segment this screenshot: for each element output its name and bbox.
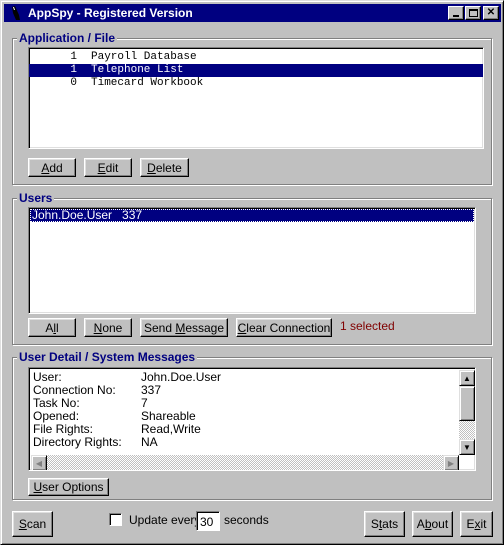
arrow-up-icon: ▲ xyxy=(463,373,471,383)
detail-row: Task No: 7 xyxy=(31,397,475,410)
edit-button[interactable]: Edit xyxy=(84,158,132,177)
maximize-button[interactable] xyxy=(465,6,481,20)
file-name: Payroll Database xyxy=(91,51,197,63)
stats-button[interactable]: St ats xyxy=(364,511,405,537)
selection-status: 1 selected xyxy=(340,319,395,333)
arrow-right-icon: ▶ xyxy=(447,458,455,468)
application-file-item[interactable]: 0 Timecard Workbook xyxy=(29,77,483,90)
seconds-label: seconds xyxy=(224,513,269,527)
file-name: Timecard Workbook xyxy=(91,77,204,89)
open-count: 0 xyxy=(70,77,77,89)
maximize-icon xyxy=(468,9,478,17)
scroll-thumb[interactable] xyxy=(459,386,475,421)
detail-row: Connection No: 337 xyxy=(31,384,475,397)
app-icon xyxy=(8,5,24,21)
clear-connection-button[interactable]: Clear Connection xyxy=(236,318,332,337)
close-icon: ✕ xyxy=(486,7,496,18)
detail-row: Opened: Shareable xyxy=(31,410,475,423)
open-count: 1 xyxy=(70,51,77,63)
arrow-down-icon: ▼ xyxy=(463,442,471,452)
title-bar[interactable]: AppSpy - Registered Version ✕ xyxy=(4,4,501,22)
detail-value: NA xyxy=(141,435,158,449)
close-button[interactable]: ✕ xyxy=(483,6,499,20)
scroll-up-button[interactable]: ▲ xyxy=(459,370,475,386)
users-list[interactable]: John.Doe.User 337 xyxy=(28,207,476,314)
arrow-left-icon: ◀ xyxy=(35,458,43,468)
scan-button[interactable]: Scan xyxy=(12,511,53,537)
file-name: Telephone List xyxy=(91,64,184,76)
application-file-item[interactable]: 1 Payroll Database xyxy=(29,51,483,64)
open-count: 1 xyxy=(70,64,77,76)
detail-key: Directory Rights: xyxy=(33,435,122,449)
appspy-window: AppSpy - Registered Version ✕ Applicatio… xyxy=(0,0,504,545)
users-legend: Users xyxy=(17,191,55,205)
update-every-label: Update every xyxy=(129,513,201,527)
scroll-down-button[interactable]: ▼ xyxy=(459,439,475,455)
add-button[interactable]: Add xyxy=(28,158,76,177)
about-button[interactable]: Ab out xyxy=(412,511,453,537)
update-checkbox[interactable] xyxy=(109,513,122,526)
minimize-icon xyxy=(453,15,459,17)
user-detail-legend: User Detail / System Messages xyxy=(17,350,198,364)
application-file-item[interactable]: 1 Telephone List xyxy=(29,64,483,77)
scroll-right-button[interactable]: ▶ xyxy=(443,455,459,470)
user-item[interactable]: John.Doe.User 337 xyxy=(30,209,474,222)
application-file-list[interactable]: 1 Payroll Database 1 Telephone List 0 Timecar… xyxy=(28,47,484,149)
send-message-button[interactable]: Send Message xyxy=(140,318,228,337)
interval-input[interactable]: 30 xyxy=(196,511,220,531)
user-options-button[interactable]: User Options xyxy=(28,478,109,496)
none-button[interactable]: None xyxy=(84,318,132,337)
window-title: AppSpy - Registered Version xyxy=(28,6,193,20)
exit-button[interactable]: Ex it xyxy=(460,511,493,537)
application-file-legend: Application / File xyxy=(17,31,118,45)
horizontal-scrollbar[interactable] xyxy=(31,455,459,470)
all-button[interactable]: All xyxy=(28,318,76,337)
minimize-button[interactable] xyxy=(448,6,464,20)
delete-button[interactable]: Delete xyxy=(140,158,189,177)
user-detail-box[interactable]: User: John.Doe.User Connection No: 337 Task … xyxy=(28,367,476,471)
scroll-left-button[interactable]: ◀ xyxy=(31,455,47,470)
detail-row: Directory Rights: NA xyxy=(31,436,475,449)
